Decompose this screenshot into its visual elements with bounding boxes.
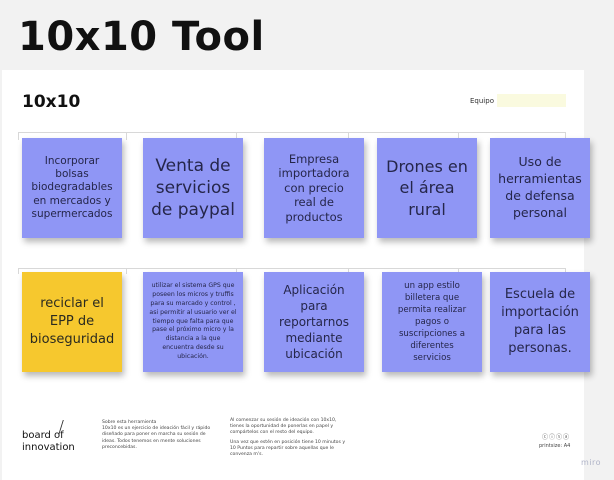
sticky-note[interactable]: un app estilo billetera que permita real…: [382, 272, 482, 372]
sticky-note-text: Drones en el área rural: [386, 156, 468, 219]
sticky-note[interactable]: Venta de servicios de paypal: [143, 138, 243, 238]
team-input-box[interactable]: [497, 94, 566, 107]
sticky-note[interactable]: Empresa importadora con precio real de p…: [264, 138, 364, 238]
board-title: 10x10: [22, 92, 81, 112]
footer-instructions-text: Al comenzar su sesión de ideación con 10…: [230, 418, 337, 436]
grid-line: [126, 268, 127, 274]
footer-instructions-text: Una vez que estén en posición tiene 10 m…: [230, 440, 346, 458]
sticky-note-text: Aplicación para reportarnos mediante ubi…: [279, 282, 349, 362]
sticky-note[interactable]: Aplicación para reportarnos mediante ubi…: [264, 272, 364, 372]
grid-line: [18, 132, 19, 140]
page-title: 10x10 Tool: [18, 14, 265, 60]
sticky-note-text: utilizar el sistema GPS que poseen los m…: [149, 281, 237, 361]
grid-line: [18, 268, 566, 269]
sticky-note-text: un app estilo billetera que permita real…: [397, 280, 467, 364]
team-label: Equipo: [470, 97, 494, 105]
miro-logo: miro: [581, 458, 602, 467]
logo-line: innovation: [22, 441, 75, 453]
grid-line: [18, 268, 19, 274]
sticky-note-text: Empresa importadora con precio real de p…: [278, 152, 350, 224]
sticky-note[interactable]: Escuela de importación para las personas…: [490, 272, 590, 372]
sticky-note[interactable]: Incorporar bolsas biodegradables en merc…: [22, 138, 122, 238]
printsize-label: printsize: A4: [539, 443, 571, 449]
sticky-note-text: Venta de servicios de paypal: [151, 155, 235, 221]
logo-slash-mark: /: [58, 417, 65, 438]
sticky-note[interactable]: Drones en el área rural: [377, 138, 477, 238]
logo-line: board of: [22, 430, 64, 441]
sticky-note[interactable]: utilizar el sistema GPS que poseen los m…: [143, 272, 243, 372]
sticky-note-text: Escuela de importación para las personas…: [501, 286, 579, 357]
board-canvas[interactable]: 10x10 Equipo Incorporar bolsas biodegrad…: [2, 70, 590, 480]
sticky-note-text: reciclar el EPP de bioseguridad: [29, 295, 115, 348]
creative-commons-icon: ⓒⓘⓢⓐ: [542, 434, 571, 441]
grid-line: [126, 132, 127, 140]
sticky-note-text: Uso de herramientas de defensa personal: [498, 154, 582, 220]
footer-about-text: Sobre esta herramienta 10x10 es un ejerc…: [102, 420, 211, 450]
grid-line: [18, 132, 566, 133]
sticky-note[interactable]: reciclar el EPP de bioseguridad: [22, 272, 122, 372]
sticky-note[interactable]: Uso de herramientas de defensa personal: [490, 138, 590, 238]
board-of-innovation-logo: / board of innovation: [22, 417, 75, 453]
sticky-note-text: Incorporar bolsas biodegradables en merc…: [31, 155, 113, 220]
